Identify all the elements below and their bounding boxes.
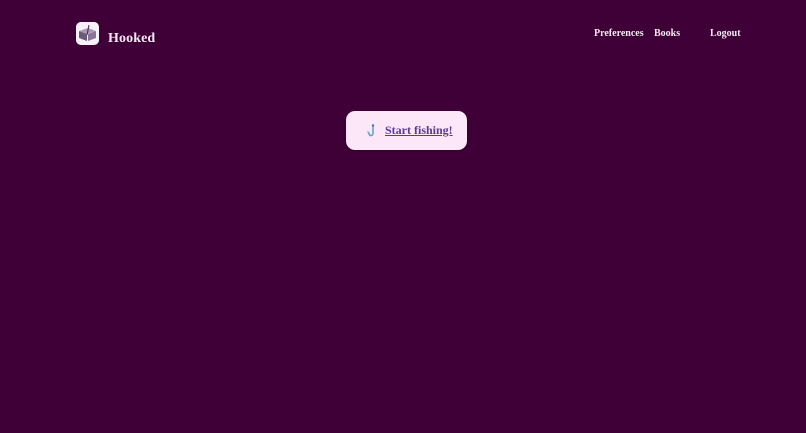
brand-home-link[interactable]: Hooked — [76, 21, 156, 46]
nav-link-books[interactable]: Books — [654, 28, 680, 42]
fishing-hook-icon — [367, 123, 375, 136]
top-header: Hooked Preferences Books Logout — [0, 0, 806, 70]
nav-link-preferences[interactable]: Preferences — [594, 28, 644, 42]
open-book-logo-icon — [76, 21, 99, 45]
app-name: Hooked — [108, 31, 156, 46]
nav-link-logout[interactable]: Logout — [710, 28, 741, 42]
start-fishing-button[interactable]: Start fishing! — [346, 111, 467, 150]
start-fishing-label: Start fishing! — [385, 123, 453, 137]
